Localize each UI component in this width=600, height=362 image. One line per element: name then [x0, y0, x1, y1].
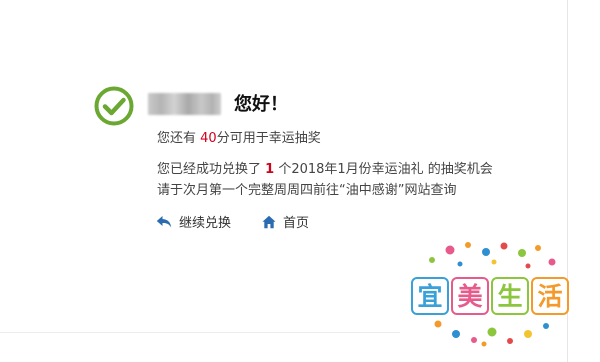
check-circle-icon [94, 86, 134, 126]
points-prefix: 您还有 [157, 131, 201, 146]
watermark-char-4: 活 [537, 282, 562, 311]
continue-exchange-link[interactable]: 继续兑换 [156, 212, 231, 231]
watermark-char-3: 生 [497, 282, 522, 311]
points-balance: 您还有 40分可用于幸运抽奖 [157, 130, 321, 148]
watermark-char-2: 美 [457, 282, 482, 311]
continue-exchange-label: 继续兑换 [179, 216, 232, 231]
home-icon [262, 215, 276, 228]
points-suffix: 分可用于幸运抽奖 [216, 131, 321, 146]
tile-4: 活 [531, 277, 569, 315]
home-label: 首页 [283, 216, 310, 231]
message-suffix: 个2018年1月份幸运油礼 的抽奖机会 [274, 162, 493, 177]
tile-3: 生 [491, 277, 529, 315]
watermark-char-1: 宜 [417, 282, 442, 311]
page-bottom-divider [0, 332, 400, 333]
query-instruction: 请于次月第一个完整周周四前往“油中感谢”网站查询 [157, 183, 457, 198]
tile-2: 美 [451, 277, 489, 315]
exchange-count: 1 [265, 162, 275, 177]
exchange-success-message: 您已经成功兑换了 1 个2018年1月份幸运油礼 的抽奖机会 [157, 161, 493, 179]
home-link[interactable]: 首页 [262, 212, 309, 231]
redacted-username [148, 93, 221, 115]
reply-arrow-icon [156, 215, 172, 227]
yimei-shenghuo-watermark-logo: 宜 美 生 活 [411, 242, 569, 347]
message-prefix: 您已经成功兑换了 [157, 162, 266, 177]
points-value: 40 [200, 131, 217, 146]
greeting-title: 您好！ [234, 94, 288, 115]
tile-1: 宜 [411, 277, 449, 315]
